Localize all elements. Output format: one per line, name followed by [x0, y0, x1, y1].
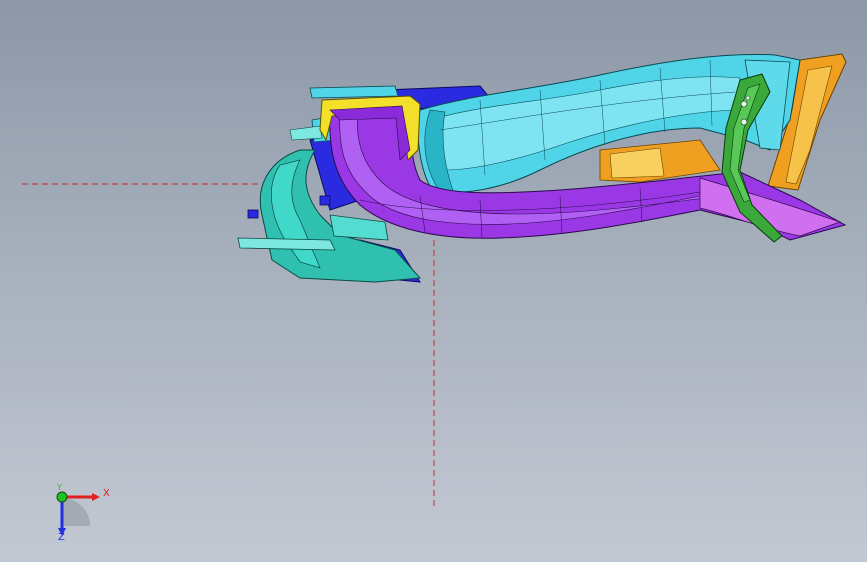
y-axis-dot [56, 491, 68, 503]
axis-triad [56, 491, 100, 536]
x-axis-label: X [103, 488, 110, 499]
model-scene[interactable] [0, 0, 867, 562]
y-axis-label: Y [57, 483, 62, 492]
3d-viewport[interactable]: X Y Z [0, 0, 867, 562]
z-axis-label: Z [58, 532, 65, 543]
